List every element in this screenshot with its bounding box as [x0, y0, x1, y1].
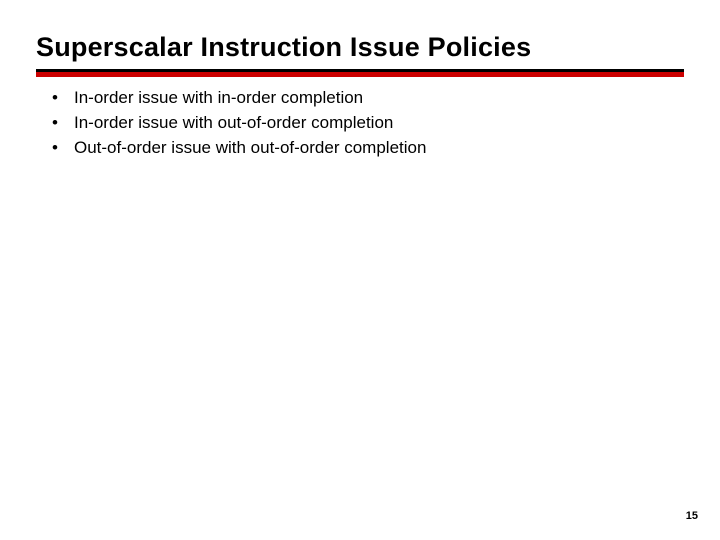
page-number: 15: [686, 510, 698, 522]
slide-title: Superscalar Instruction Issue Policies: [36, 32, 684, 69]
list-item: In-order issue with in-order completion: [52, 87, 684, 110]
list-item: In-order issue with out-of-order complet…: [52, 112, 684, 135]
list-item: Out-of-order issue with out-of-order com…: [52, 137, 684, 160]
slide: Superscalar Instruction Issue Policies I…: [0, 0, 720, 540]
bullet-list: In-order issue with in-order completion …: [36, 87, 684, 160]
divider-red: [36, 72, 684, 77]
